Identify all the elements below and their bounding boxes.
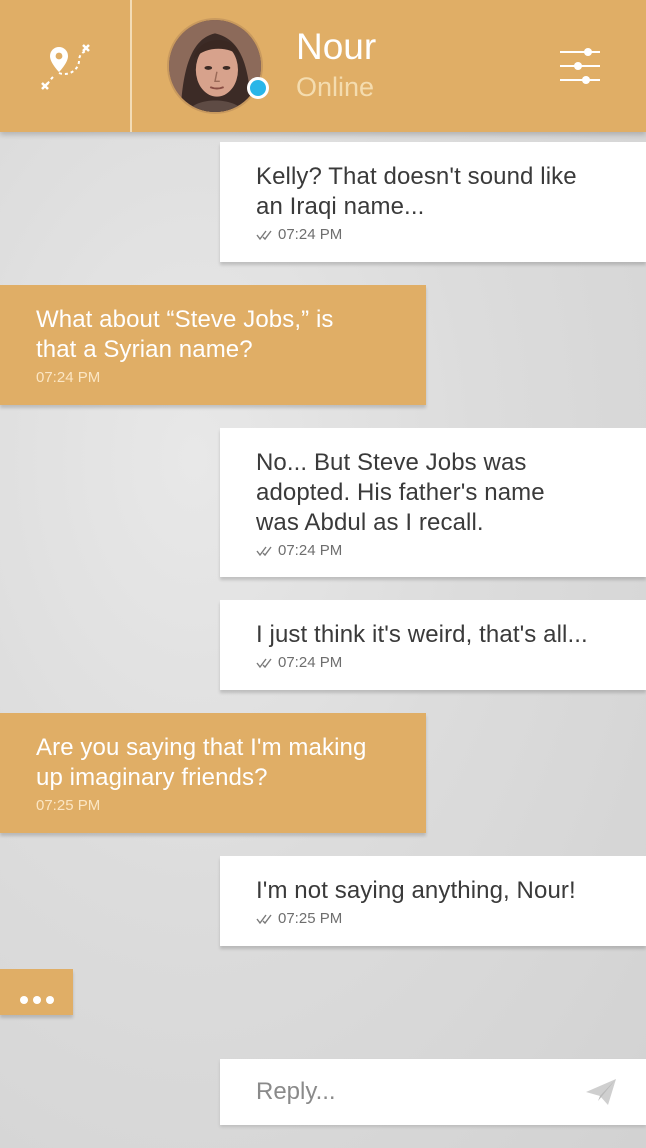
send-button[interactable]	[584, 1077, 618, 1107]
sliders-icon	[560, 48, 600, 84]
reply-bar	[220, 1059, 646, 1125]
message-outgoing[interactable]: Kelly? That doesn't sound like an Iraqi …	[220, 142, 646, 262]
message-incoming[interactable]: Are you saying that I'm making up imagin…	[0, 713, 426, 833]
typing-indicator	[0, 969, 73, 1015]
double-check-icon	[256, 546, 272, 557]
ellipsis-icon	[32, 996, 41, 1004]
message-text: Kelly? That doesn't sound like an Iraqi …	[256, 163, 577, 220]
map-route-button[interactable]	[0, 0, 131, 132]
ellipsis-icon	[45, 996, 54, 1004]
message-text: I'm not saying anything, Nour!	[256, 877, 576, 904]
message-outgoing[interactable]: No... But Steve Jobs was adopted. His fa…	[220, 428, 646, 577]
message-time: 07:24 PM	[278, 226, 343, 243]
contact-name: Nour	[296, 26, 377, 67]
settings-button[interactable]	[556, 42, 604, 90]
double-check-icon	[256, 658, 272, 669]
message-text: What about “Steve Jobs,” is that a Syria…	[36, 306, 334, 363]
message-text: Are you saying that I'm making up imagin…	[36, 734, 367, 791]
message-text: I just think it's weird, that's all...	[256, 621, 588, 648]
contact-status: Online	[296, 72, 375, 102]
message-time: 07:24 PM	[278, 654, 343, 671]
ellipsis-icon	[19, 996, 28, 1004]
message-time: 07:24 PM	[36, 369, 101, 386]
message-meta: 07:24 PM	[256, 225, 610, 245]
double-check-icon	[256, 230, 272, 241]
message-meta: 07:24 PM	[256, 653, 610, 673]
message-outgoing[interactable]: I'm not saying anything, Nour! 07:25 PM	[220, 856, 646, 946]
paper-plane-icon	[586, 1079, 616, 1105]
message-time: 07:25 PM	[36, 797, 101, 814]
message-meta: 07:25 PM	[256, 909, 610, 929]
reply-input[interactable]	[220, 1059, 570, 1125]
avatar-portrait	[169, 20, 261, 112]
map-route-icon	[40, 44, 90, 90]
message-time: 07:25 PM	[278, 910, 343, 927]
message-incoming[interactable]: What about “Steve Jobs,” is that a Syria…	[0, 285, 426, 405]
message-time: 07:24 PM	[278, 542, 343, 559]
message-meta: 07:24 PM	[256, 541, 610, 561]
online-status-dot	[247, 77, 269, 99]
message-outgoing[interactable]: I just think it's weird, that's all... 0…	[220, 600, 646, 690]
avatar[interactable]	[167, 18, 263, 114]
message-text: No... But Steve Jobs was adopted. His fa…	[256, 449, 545, 536]
header-divider	[130, 0, 132, 132]
chat-header: Nour Online	[0, 0, 646, 132]
double-check-icon	[256, 914, 272, 925]
